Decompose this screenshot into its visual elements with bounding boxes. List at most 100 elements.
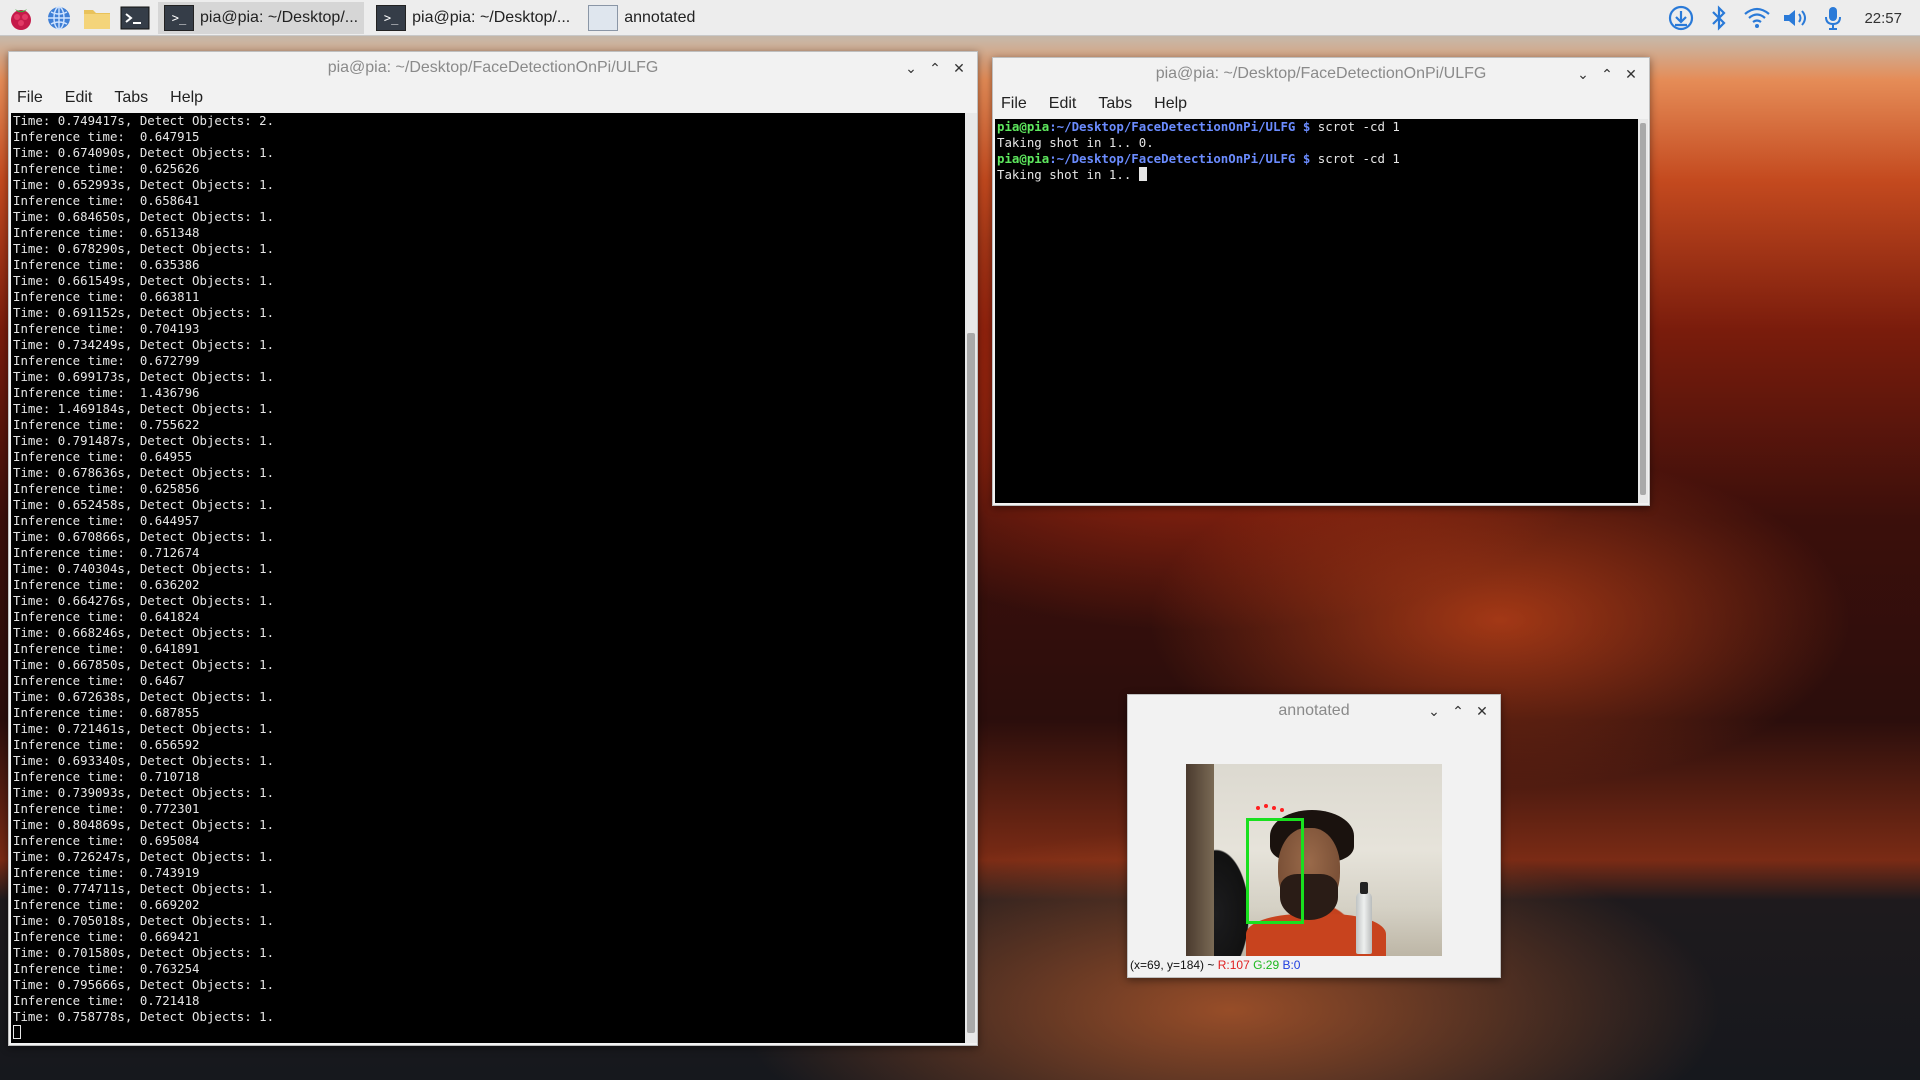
menu-file[interactable]: File xyxy=(1001,95,1027,113)
pixel-info-status: (x=69, y=184) ~ R:107 G:29 B:0 xyxy=(1130,958,1300,972)
clock[interactable]: 22:57 xyxy=(1852,10,1920,27)
wifi-icon[interactable] xyxy=(1738,0,1776,36)
text-cursor xyxy=(13,1025,21,1039)
terminal-text: pia@pia:~/Desktop/FaceDetectionOnPi/ULFG… xyxy=(995,119,1638,183)
terminal-line: Time: 0.699173s, Detect Objects: 1. xyxy=(13,369,275,384)
menu-edit[interactable]: Edit xyxy=(1049,95,1077,113)
menu-tabs[interactable]: Tabs xyxy=(1098,95,1132,113)
terminal-line: Inference time: 0.710718 xyxy=(13,769,200,784)
terminal-line: Inference time: 0.672799 xyxy=(13,353,200,368)
close-icon[interactable]: ✕ xyxy=(1470,703,1494,720)
task-annotated[interactable]: annotated xyxy=(582,2,701,34)
face-bounding-box xyxy=(1246,818,1304,924)
terminal-line: Inference time: 0.687855 xyxy=(13,705,200,720)
prompt-user: pia@pia xyxy=(997,119,1050,134)
image-region xyxy=(1356,882,1372,954)
window-title: annotated xyxy=(1278,702,1350,719)
menu-bar: File Edit Tabs Help xyxy=(9,84,977,112)
terminal-line: Time: 0.758778s, Detect Objects: 1. xyxy=(13,1009,275,1024)
maximize-icon[interactable]: ⌃ xyxy=(1446,703,1470,720)
terminal-line: Time: 0.701580s, Detect Objects: 1. xyxy=(13,945,275,960)
terminal-line: Inference time: 1.436796 xyxy=(13,385,200,400)
close-icon[interactable]: ✕ xyxy=(947,60,971,77)
terminal-line: Inference time: 0.721418 xyxy=(13,993,200,1008)
terminal-line: Time: 0.693340s, Detect Objects: 1. xyxy=(13,753,275,768)
prompt-user: pia@pia xyxy=(997,151,1050,166)
terminal-line: Inference time: 0.644957 xyxy=(13,513,200,528)
terminal-line: Inference time: 0.636202 xyxy=(13,577,200,592)
update-download-icon[interactable] xyxy=(1662,0,1700,36)
task-label: pia@pia: ~/Desktop/... xyxy=(412,8,571,26)
window-title: pia@pia: ~/Desktop/FaceDetectionOnPi/ULF… xyxy=(327,59,659,76)
maximize-icon[interactable]: ⌃ xyxy=(1595,66,1619,83)
terminal-output[interactable]: pia@pia:~/Desktop/FaceDetectionOnPi/ULFG… xyxy=(995,119,1638,503)
terminal-line: Inference time: 0.625626 xyxy=(13,161,200,176)
window-titlebar[interactable]: pia@pia: ~/Desktop/FaceDetectionOnPi/ULF… xyxy=(9,52,977,84)
task-terminal-2[interactable]: >_ pia@pia: ~/Desktop/... xyxy=(370,2,576,34)
prompt-path: :~/Desktop/FaceDetectionOnPi/ULFG xyxy=(1049,119,1296,134)
camera-frame-image[interactable] xyxy=(1186,764,1442,956)
menu-bar: File Edit Tabs Help xyxy=(993,90,1649,118)
browser-icon[interactable] xyxy=(42,1,76,35)
command-output: Taking shot in 1.. 0. xyxy=(997,135,1154,150)
terminal-line: Inference time: 0.712674 xyxy=(13,545,200,560)
terminal-line: Time: 0.749417s, Detect Objects: 2. xyxy=(13,113,275,128)
terminal-line: Time: 0.740304s, Detect Objects: 1. xyxy=(13,561,275,576)
command-text: scrot -cd 1 xyxy=(1310,119,1400,134)
pixel-red: R:107 xyxy=(1217,958,1250,972)
volume-icon[interactable] xyxy=(1776,0,1814,36)
window-titlebar[interactable]: annotated ⌄ ⌃ ✕ xyxy=(1128,695,1500,727)
minimize-icon[interactable]: ⌄ xyxy=(1422,703,1446,720)
menu-tabs[interactable]: Tabs xyxy=(114,89,148,107)
terminal-line: Inference time: 0.641824 xyxy=(13,609,200,624)
minimize-icon[interactable]: ⌄ xyxy=(1571,66,1595,83)
scrollbar-thumb[interactable] xyxy=(967,333,975,1033)
maximize-icon[interactable]: ⌃ xyxy=(923,60,947,77)
terminal-launcher-icon[interactable] xyxy=(118,1,152,35)
terminal-line: Time: 0.672638s, Detect Objects: 1. xyxy=(13,689,275,704)
task-label: pia@pia: ~/Desktop/... xyxy=(200,8,359,26)
file-manager-icon[interactable] xyxy=(80,1,114,35)
terminal-line: Inference time: 0.663811 xyxy=(13,289,200,304)
terminal-line: Inference time: 0.669421 xyxy=(13,929,200,944)
microphone-icon[interactable] xyxy=(1814,0,1852,36)
terminal-line: Time: 0.795666s, Detect Objects: 1. xyxy=(13,977,275,992)
terminal-line: Inference time: 0.669202 xyxy=(13,897,200,912)
prompt-path: :~/Desktop/FaceDetectionOnPi/ULFG xyxy=(1049,151,1296,166)
terminal-line: Inference time: 0.64955 xyxy=(13,449,193,464)
terminal-line: Time: 0.684650s, Detect Objects: 1. xyxy=(13,209,275,224)
terminal-line: Time: 0.774711s, Detect Objects: 1. xyxy=(13,881,275,896)
command-output: Taking shot in 1.. xyxy=(997,167,1139,182)
terminal-line: Time: 0.739093s, Detect Objects: 1. xyxy=(13,785,275,800)
bluetooth-icon[interactable] xyxy=(1700,0,1738,36)
menu-file[interactable]: File xyxy=(17,89,43,107)
terminal-line: Time: 0.726247s, Detect Objects: 1. xyxy=(13,849,275,864)
face-landmark xyxy=(1256,806,1260,810)
command-text: scrot -cd 1 xyxy=(1310,151,1400,166)
window-titlebar[interactable]: pia@pia: ~/Desktop/FaceDetectionOnPi/ULF… xyxy=(993,58,1649,90)
terminal-output[interactable]: Time: 0.749417s, Detect Objects: 2. Infe… xyxy=(11,113,965,1043)
terminal-task-icon: >_ xyxy=(376,4,407,31)
task-terminal-1[interactable]: >_ pia@pia: ~/Desktop/... xyxy=(158,1,365,34)
terminal-line: Inference time: 0.641891 xyxy=(13,641,200,656)
terminal-line: Time: 0.734249s, Detect Objects: 1. xyxy=(13,337,275,352)
terminal-line: Time: 0.678636s, Detect Objects: 1. xyxy=(13,465,275,480)
terminal-line: Time: 0.705018s, Detect Objects: 1. xyxy=(13,913,275,928)
prompt-symbol: $ xyxy=(1295,119,1311,134)
terminal-line: Time: 0.664276s, Detect Objects: 1. xyxy=(13,593,275,608)
terminal-line: Time: 0.678290s, Detect Objects: 1. xyxy=(13,241,275,256)
menu-help[interactable]: Help xyxy=(170,89,203,107)
taskbar: >_ pia@pia: ~/Desktop/... >_ pia@pia: ~/… xyxy=(0,0,1920,36)
scrollbar[interactable] xyxy=(1638,119,1648,503)
task-label: annotated xyxy=(624,8,696,26)
close-icon[interactable]: ✕ xyxy=(1619,66,1643,83)
menu-edit[interactable]: Edit xyxy=(65,89,93,107)
terminal-line: Inference time: 0.651348 xyxy=(13,225,200,240)
scrollbar[interactable] xyxy=(965,113,977,1043)
minimize-icon[interactable]: ⌄ xyxy=(899,60,923,77)
menu-help[interactable]: Help xyxy=(1154,95,1187,113)
raspberry-menu-icon[interactable] xyxy=(4,1,38,35)
scrollbar-thumb[interactable] xyxy=(1640,123,1646,495)
pixel-green: G:29 xyxy=(1253,958,1280,972)
terminal-task-icon: >_ xyxy=(164,4,194,31)
